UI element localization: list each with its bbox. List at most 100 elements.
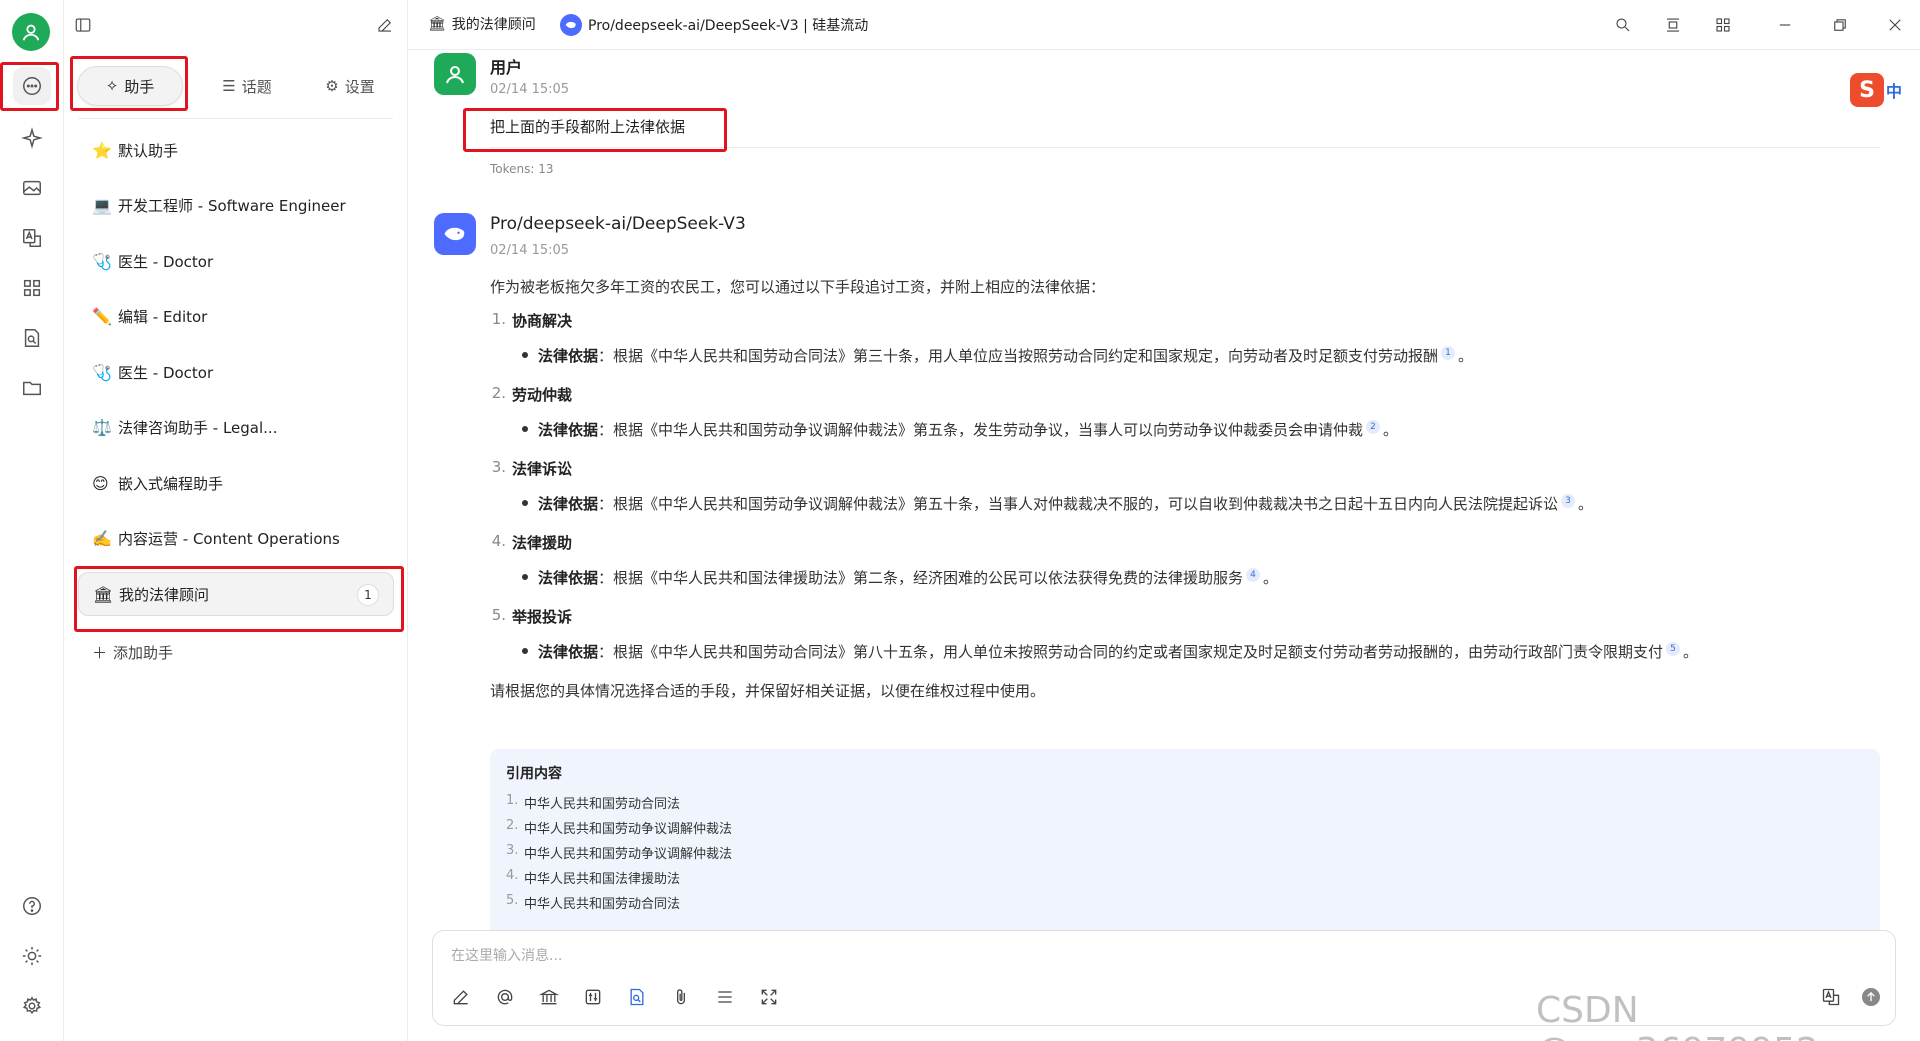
new-topic-tool[interactable] [449, 985, 473, 1009]
assistant-emoji-icon: ⭐ [92, 140, 112, 160]
top-bar: 🏛 我的法律顾问 Pro/deepseek-ai/DeepSeek-V3 | 硅… [408, 0, 1920, 50]
watermark: CSDN @qq_36979952 [1536, 990, 1819, 1041]
assistant-label: 开发工程师 - Software Engineer [118, 197, 346, 215]
sidebar-toggle-button[interactable] [72, 14, 94, 36]
assistant-emoji-icon: 🏛 [93, 584, 114, 604]
reference-number: 4. [506, 868, 519, 883]
model-selector[interactable]: Pro/deepseek-ai/DeepSeek-V3 | 硅基流动 [560, 14, 868, 36]
citation-link[interactable]: 5 [1666, 642, 1681, 656]
assistant-label: 我的法律顾问 [119, 585, 210, 604]
citation-link[interactable]: 1 [1441, 346, 1456, 360]
expand-input-tool[interactable] [757, 985, 781, 1009]
assistant-item-active[interactable]: 🏛 我的法律顾问 1 [78, 572, 394, 616]
list-number: 2. [491, 384, 506, 402]
web-search-tool[interactable] [537, 985, 561, 1009]
tab-topics[interactable]: ☰ 话题 [197, 66, 297, 106]
knowledge-base-tool[interactable] [625, 985, 649, 1009]
assistant-item[interactable]: ⚖️ 法律咨询助手 - Legal... [78, 406, 394, 450]
plus-icon: ＋ [92, 644, 108, 662]
reference-number: 5. [506, 893, 519, 908]
list-heading: 2. 劳动仲裁 [490, 384, 1870, 405]
clear-context-tool[interactable] [713, 985, 737, 1009]
reference-item[interactable]: 5. 中华人民共和国劳动合同法 [506, 893, 1864, 918]
message-author: Pro/deepseek-ai/DeepSeek-V3 [490, 214, 746, 234]
assistant-item[interactable]: 😊 嵌入式编程助手 [78, 461, 394, 505]
assistant-item[interactable]: ⭐ 默认助手 [78, 128, 394, 172]
user-icon [446, 66, 464, 84]
chat-nav-button[interactable] [13, 67, 51, 105]
sidebar-icon [75, 18, 91, 32]
paperclip-icon [677, 989, 685, 1005]
ime-indicator[interactable]: S 中 [1850, 72, 1920, 108]
image-nav-button[interactable] [13, 169, 51, 207]
assistant-item[interactable]: ✏️ 编辑 - Editor [78, 295, 394, 339]
add-assistant-button[interactable]: ＋ 添加助手 [92, 642, 173, 663]
message-author: 用户 [490, 58, 523, 77]
help-button[interactable] [13, 887, 51, 925]
sparkle-icon: ✧ [105, 77, 119, 95]
minimize-button[interactable] [1774, 14, 1796, 36]
new-topic-button[interactable] [374, 14, 396, 36]
restore-button[interactable] [1829, 14, 1851, 36]
bold-label: 法律依据 [538, 347, 599, 365]
knowledge-nav-button[interactable] [13, 319, 51, 357]
assistant-item[interactable]: 🩺 医生 - Doctor [78, 350, 394, 394]
sparkle-icon [21, 127, 43, 149]
reference-item[interactable]: 3. 中华人民共和国劳动争议调解仲裁法 [506, 843, 1864, 868]
citation-link[interactable]: 3 [1561, 494, 1576, 508]
user-avatar[interactable] [12, 13, 50, 51]
tab-label: 设置 [344, 77, 375, 96]
apps-button[interactable] [1712, 14, 1734, 36]
citation-link[interactable]: 4 [1246, 568, 1261, 582]
tab-settings[interactable]: ⚙ 设置 [300, 66, 400, 106]
reference-item[interactable]: 2. 中华人民共和国劳动争议调解仲裁法 [506, 818, 1864, 843]
search-button[interactable] [1612, 14, 1634, 36]
assistant-item[interactable]: 💻 开发工程师 - Software Engineer [78, 184, 394, 228]
mention-model-tool[interactable] [493, 985, 517, 1009]
document-search-icon [630, 988, 644, 1006]
apps-nav-button[interactable] [13, 269, 51, 307]
gear-icon [22, 996, 42, 1015]
translate-nav-button[interactable] [13, 219, 51, 257]
message-paragraph: 请根据您的具体情况选择合适的手段，并保留好相关证据，以便在维权过程中使用。 [490, 682, 1046, 700]
minimize-icon [1779, 24, 1791, 26]
assistant-emoji-icon: 💻 [92, 196, 112, 215]
topic-count-badge: 1 [357, 584, 379, 606]
model-title: Pro/deepseek-ai/DeepSeek-V3 | 硅基流动 [588, 18, 869, 34]
ime-mode: 中 [1886, 82, 1903, 101]
attachment-tool[interactable] [669, 985, 693, 1009]
assistant-label: 内容运营 - Content Operations [118, 530, 340, 548]
deepseek-logo-icon [444, 227, 465, 241]
model-message-body: 作为被老板拖欠多年工资的农民工，您可以通过以下手段追讨工资，并附上相应的法律依据… [490, 276, 1870, 714]
citation-link[interactable]: 2 [1366, 420, 1381, 434]
message-input-placeholder[interactable]: 在这里输入消息... [451, 945, 562, 965]
theme-toggle-button[interactable] [13, 937, 51, 975]
agents-nav-button[interactable] [13, 119, 51, 157]
item-text: 。 [1683, 643, 1699, 661]
layout-button[interactable] [1662, 14, 1684, 36]
close-button[interactable] [1884, 14, 1906, 36]
reference-item[interactable]: 1. 中华人民共和国劳动合同法 [506, 793, 1864, 818]
tab-assistants[interactable]: ✧ 助手 [77, 66, 183, 106]
files-nav-button[interactable] [13, 369, 51, 407]
list-heading: 4. 法律援助 [490, 532, 1870, 553]
settings-button[interactable] [13, 987, 51, 1025]
divider [490, 147, 1880, 148]
grid-icon [1716, 18, 1730, 32]
list-heading: 1. 协商解决 [490, 310, 1870, 331]
list-item: 法律依据：根据《中华人民共和国劳动争议调解仲裁法》第五条，发生劳动争议，当事人可… [522, 419, 1870, 440]
message-paragraph: 作为被老板拖欠多年工资的农民工，您可以通过以下手段追讨工资，并附上相应的法律依据… [490, 278, 1106, 296]
list-number: 1. [491, 310, 506, 328]
help-icon [23, 897, 41, 915]
reference-item[interactable]: 4. 中华人民共和国法律援助法 [506, 868, 1864, 893]
assistant-item[interactable]: ✍️ 内容运营 - Content Operations [78, 517, 394, 561]
assistant-item[interactable]: 🩺 医生 - Doctor [78, 239, 394, 283]
item-text: 。 [1458, 347, 1474, 365]
current-assistant[interactable]: 🏛 我的法律顾问 [428, 14, 536, 34]
item-text: 。 [1578, 495, 1594, 513]
reference-number: 1. [506, 793, 519, 808]
tab-label: 助手 [124, 77, 155, 96]
sun-icon [22, 946, 42, 966]
restore-icon [1834, 19, 1846, 31]
settings-tool[interactable] [581, 985, 605, 1009]
